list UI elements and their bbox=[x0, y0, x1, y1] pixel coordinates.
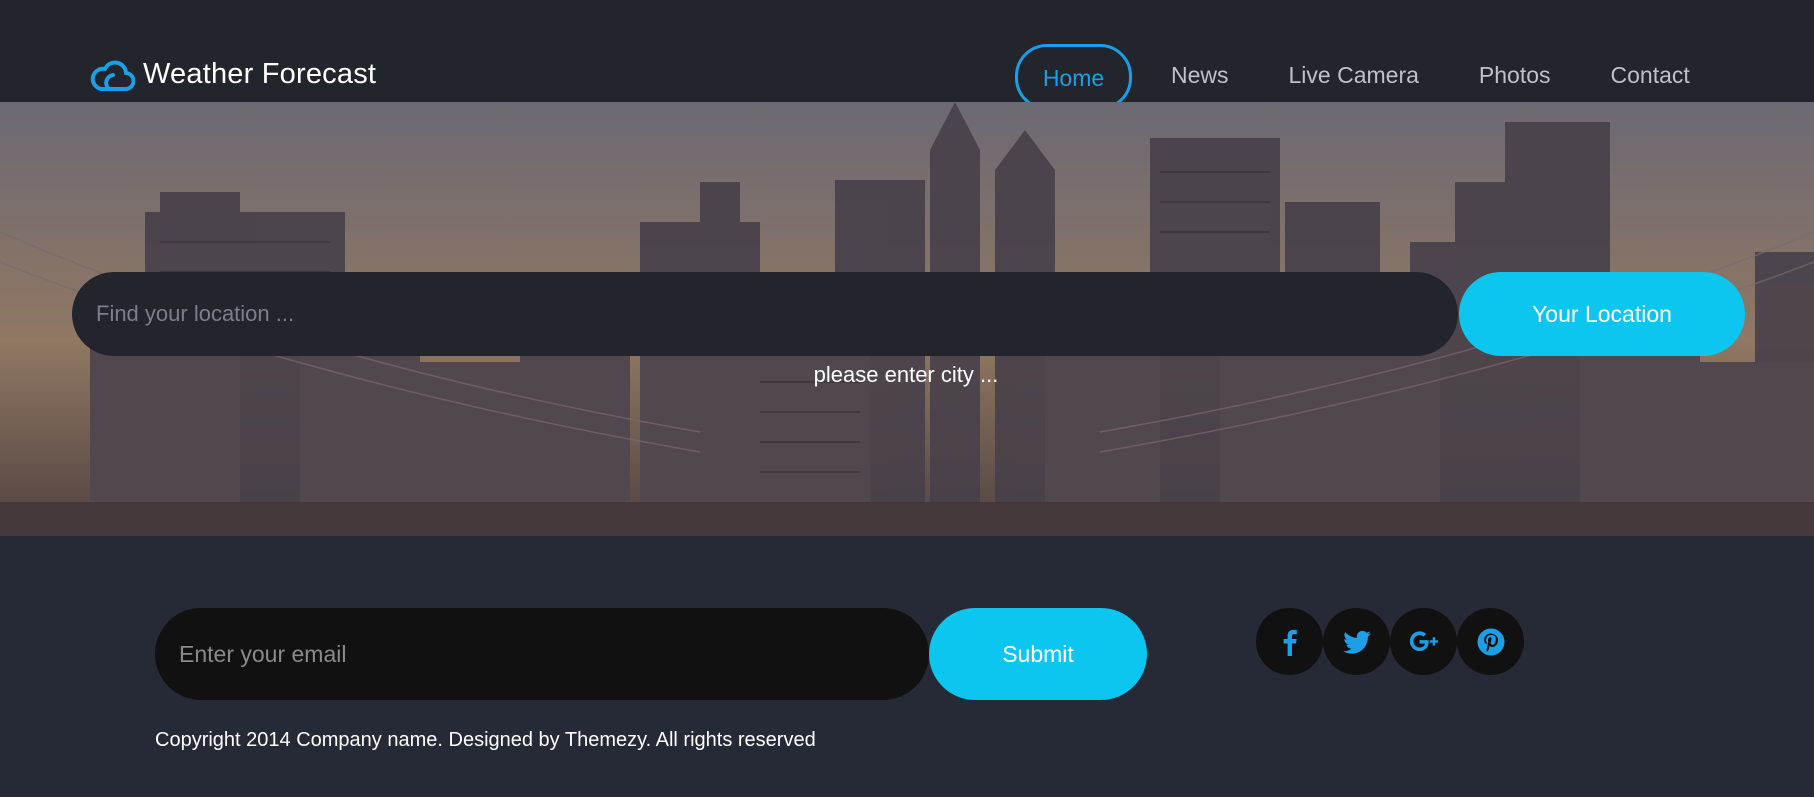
pinterest-icon bbox=[1477, 628, 1504, 655]
submit-button[interactable]: Submit bbox=[929, 608, 1147, 700]
hero-section: Your Location please enter city ... bbox=[0, 102, 1814, 536]
nav-contact[interactable]: Contact bbox=[1611, 62, 1690, 89]
twitter-icon bbox=[1342, 630, 1371, 654]
social-links bbox=[1256, 608, 1524, 675]
site-footer: Submit Copyright 2014 Company name. Desi bbox=[0, 536, 1814, 797]
brand[interactable]: Weather Forecast bbox=[89, 55, 376, 93]
pinterest-link[interactable] bbox=[1457, 608, 1524, 675]
location-search-input[interactable] bbox=[72, 272, 1458, 356]
nav-photos[interactable]: Photos bbox=[1479, 62, 1551, 89]
nav-home[interactable]: Home bbox=[1015, 44, 1132, 110]
copyright-text: Copyright 2014 Company name. Designed by… bbox=[155, 729, 816, 751]
your-location-button[interactable]: Your Location bbox=[1459, 272, 1745, 356]
twitter-link[interactable] bbox=[1323, 608, 1390, 675]
site-header: Weather Forecast Home News Live Camera P… bbox=[0, 0, 1814, 110]
nav-live-camera[interactable]: Live Camera bbox=[1289, 62, 1419, 89]
google-plus-icon bbox=[1409, 630, 1438, 651]
nav-news[interactable]: News bbox=[1171, 62, 1229, 89]
email-input[interactable] bbox=[155, 608, 929, 700]
site-title: Weather Forecast bbox=[143, 57, 377, 90]
facebook-icon bbox=[1283, 629, 1297, 656]
search-hint: please enter city ... bbox=[813, 362, 999, 387]
google-plus-link[interactable] bbox=[1390, 608, 1457, 675]
main-nav: Home News Live Camera Photos Contact bbox=[1015, 44, 1690, 110]
facebook-link[interactable] bbox=[1256, 608, 1323, 675]
cloud-icon bbox=[90, 60, 135, 91]
